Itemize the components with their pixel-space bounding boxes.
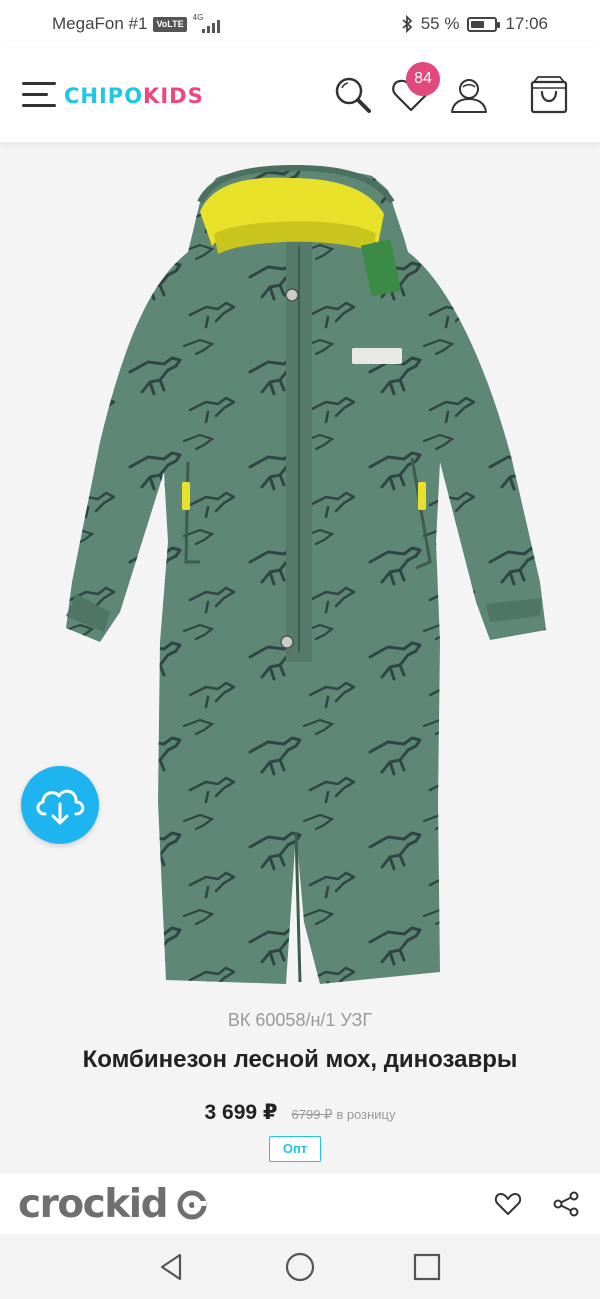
product-footer: crockid [0, 1174, 600, 1234]
signal-icon: 4G [193, 13, 221, 33]
brand-logo: crockid [18, 1182, 207, 1227]
share-icon[interactable] [552, 1190, 580, 1218]
recents-square-icon[interactable] [410, 1250, 444, 1284]
bag-icon[interactable] [528, 74, 570, 116]
status-left: MegaFon #1 VoLTE 4G [52, 13, 221, 34]
product-image[interactable] [0, 142, 600, 994]
brand-name: crockid [18, 1182, 169, 1227]
product-info: ВК 60058/н/1 УЗГ Комбинезон лесной мох, … [0, 994, 600, 1174]
download-cloud-icon [36, 789, 85, 825]
home-circle-icon[interactable] [283, 1250, 317, 1284]
carrier-name: MegaFon #1 [52, 14, 148, 33]
price-row: 3 699 ₽ 6799 ₽ в розницу [0, 1100, 600, 1125]
status-bar: MegaFon #1 VoLTE 4G 55 % 17:06 [0, 0, 600, 48]
phone-screen: MegaFon #1 VoLTE 4G 55 % 17:06 CHIPOKIDS [0, 0, 600, 1299]
jumpsuit-illustration [66, 164, 546, 985]
favorites-count-badge: 84 [406, 62, 440, 96]
status-right: 55 % 17:06 [401, 14, 548, 34]
back-triangle-icon[interactable] [154, 1250, 188, 1284]
bluetooth-icon [402, 15, 413, 33]
product-sku: ВК 60058/н/1 УЗГ [227, 1010, 373, 1030]
current-price: 3 699 ₽ [204, 1101, 278, 1124]
volte-badge: VoLTE [153, 16, 187, 32]
product-image-area [0, 142, 600, 994]
app-header: CHIPOKIDS 84 [0, 48, 600, 142]
product-title: Комбинезон лесной мох, динозавры [82, 1046, 518, 1073]
wholesale-badge[interactable]: Опт [269, 1136, 321, 1162]
battery-percent: 55 % [420, 14, 460, 33]
retail-price-label: в розницу [336, 1107, 396, 1122]
system-navigation-bar [0, 1234, 600, 1299]
search-icon[interactable] [332, 74, 374, 116]
clock: 17:06 [505, 14, 548, 33]
logo-part-kids: KIDS [143, 84, 204, 108]
download-button[interactable] [21, 766, 99, 844]
hamburger-icon[interactable] [22, 80, 56, 110]
heart-outline-icon[interactable] [494, 1190, 522, 1218]
battery-icon [467, 16, 501, 32]
retail-price: 6799 ₽ [291, 1107, 333, 1122]
brand-logo-mark [177, 1190, 207, 1220]
chipokids-logo[interactable]: CHIPOKIDS [64, 84, 204, 108]
user-icon[interactable] [448, 74, 490, 116]
logo-part-chipo: CHIPO [64, 84, 144, 108]
